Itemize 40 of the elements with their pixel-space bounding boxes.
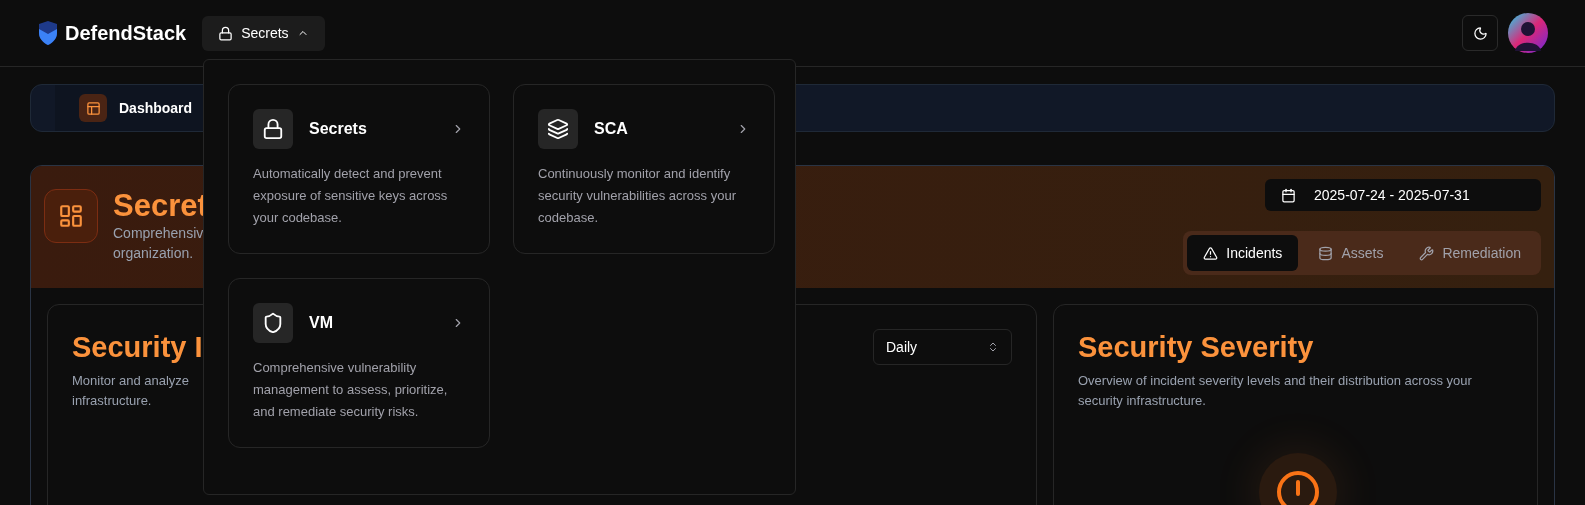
product-menu-item[interactable]: SCA Continuously monitor and identify security vulnerabilities across your codebase. — [513, 84, 775, 254]
calendar-icon — [1281, 187, 1296, 203]
product-description: Continuously monitor and identify security vulnerabilities across your codebase. — [538, 165, 737, 227]
product-title: Secrets — [309, 119, 368, 139]
warning-icon — [1203, 245, 1219, 261]
product-menu-item[interactable]: Secrets Automatically detect and prevent exposure of sensitive keys across your codebase. — [228, 84, 490, 254]
shield-icon — [262, 312, 284, 334]
tab[interactable]: Remediation — [1403, 235, 1537, 271]
dashboard-icon — [44, 189, 98, 243]
user-avatar[interactable] — [1508, 13, 1548, 53]
layers-icon — [547, 118, 569, 140]
page-subtitle: organization. — [113, 244, 195, 263]
up-down-chevron-icon — [987, 341, 999, 353]
card-description: Monitor and analyze — [72, 372, 191, 390]
theme-toggle-button[interactable] — [1462, 15, 1498, 51]
page-subtitle: Comprehensiv — [113, 224, 205, 243]
card-description: infrastructure. — [72, 392, 153, 410]
product-description: Comprehensive vulnerability management to assess, prioritize, and remediate security risks. — [253, 359, 449, 421]
card-description: security infrastructure. — [1078, 392, 1207, 410]
card-title: Security I — [72, 330, 203, 365]
date-range-button[interactable]: 2025-07-24 - 2025-07-31 — [1265, 179, 1541, 211]
product-title: SCA — [594, 119, 629, 139]
card-title: Security Severity — [1078, 330, 1315, 365]
layout-icon — [85, 100, 101, 116]
database-icon — [1318, 245, 1334, 261]
product-title: VM — [309, 313, 334, 333]
brand-name: DefendStack — [65, 21, 187, 46]
page-title: Secret — [113, 189, 208, 223]
product-menu-button[interactable]: Secrets — [202, 15, 325, 51]
moon-icon — [1472, 25, 1488, 41]
shield-logo-icon — [37, 21, 59, 45]
interval-select[interactable]: Daily — [873, 329, 1012, 365]
card-description: Overview of incident severity levels and their distribution across your — [1078, 372, 1472, 390]
product-description: Automatically detect and prevent exposure of sensitive keys across your codebase. — [253, 165, 449, 227]
lock-icon — [262, 118, 284, 140]
lock-icon — [218, 25, 234, 41]
tab[interactable]: Incidents — [1187, 235, 1299, 271]
product-menu-item[interactable]: VM Comprehensive vulnerability management to assess, prioritize, and remediate security risks. — [228, 278, 490, 448]
tab[interactable]: Assets — [1302, 235, 1400, 271]
wrench-icon — [1419, 245, 1435, 261]
